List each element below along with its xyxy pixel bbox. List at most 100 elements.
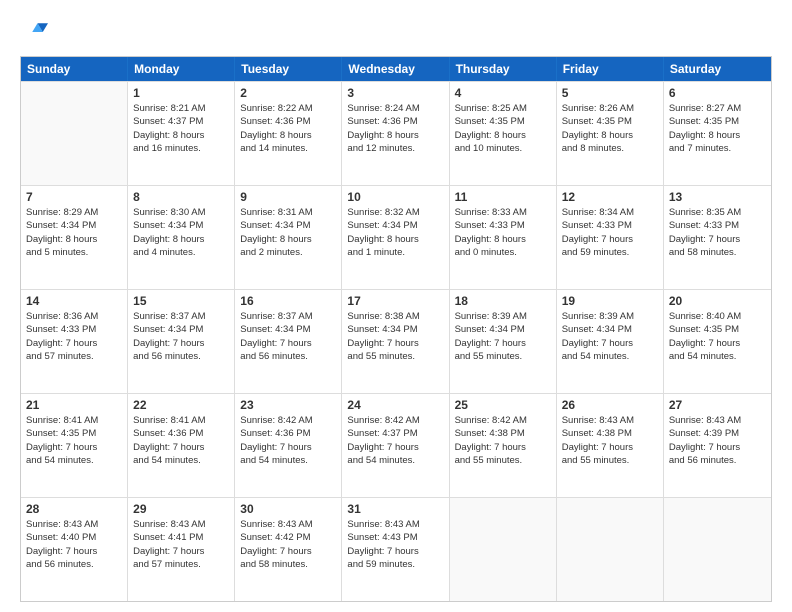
day-number: 13	[669, 190, 766, 204]
sunset-text: Sunset: 4:38 PM	[455, 427, 551, 440]
calendar-cell: 28Sunrise: 8:43 AMSunset: 4:40 PMDayligh…	[21, 498, 128, 601]
daylight-text: Daylight: 7 hours	[26, 441, 122, 454]
daylight-text-2: and 1 minute.	[347, 246, 443, 259]
daylight-text: Daylight: 7 hours	[669, 337, 766, 350]
calendar-row: 14Sunrise: 8:36 AMSunset: 4:33 PMDayligh…	[21, 289, 771, 393]
calendar-cell: 19Sunrise: 8:39 AMSunset: 4:34 PMDayligh…	[557, 290, 664, 393]
calendar-row: 21Sunrise: 8:41 AMSunset: 4:35 PMDayligh…	[21, 393, 771, 497]
sunrise-text: Sunrise: 8:39 AM	[562, 310, 658, 323]
daylight-text-2: and 7 minutes.	[669, 142, 766, 155]
calendar-cell: 5Sunrise: 8:26 AMSunset: 4:35 PMDaylight…	[557, 82, 664, 185]
day-number: 3	[347, 86, 443, 100]
daylight-text-2: and 14 minutes.	[240, 142, 336, 155]
daylight-text: Daylight: 7 hours	[347, 545, 443, 558]
day-number: 27	[669, 398, 766, 412]
calendar-cell: 6Sunrise: 8:27 AMSunset: 4:35 PMDaylight…	[664, 82, 771, 185]
day-number: 30	[240, 502, 336, 516]
sunset-text: Sunset: 4:33 PM	[455, 219, 551, 232]
sunset-text: Sunset: 4:34 PM	[133, 323, 229, 336]
sunrise-text: Sunrise: 8:36 AM	[26, 310, 122, 323]
weekday-header: Monday	[128, 57, 235, 81]
daylight-text-2: and 56 minutes.	[26, 558, 122, 571]
sunset-text: Sunset: 4:33 PM	[26, 323, 122, 336]
calendar-cell: 20Sunrise: 8:40 AMSunset: 4:35 PMDayligh…	[664, 290, 771, 393]
calendar-cell: 1Sunrise: 8:21 AMSunset: 4:37 PMDaylight…	[128, 82, 235, 185]
daylight-text: Daylight: 8 hours	[455, 129, 551, 142]
sunset-text: Sunset: 4:36 PM	[133, 427, 229, 440]
daylight-text-2: and 0 minutes.	[455, 246, 551, 259]
calendar-cell: 30Sunrise: 8:43 AMSunset: 4:42 PMDayligh…	[235, 498, 342, 601]
daylight-text: Daylight: 7 hours	[26, 337, 122, 350]
calendar-cell: 21Sunrise: 8:41 AMSunset: 4:35 PMDayligh…	[21, 394, 128, 497]
daylight-text-2: and 55 minutes.	[455, 454, 551, 467]
day-number: 29	[133, 502, 229, 516]
header	[20, 18, 772, 46]
calendar-row: 28Sunrise: 8:43 AMSunset: 4:40 PMDayligh…	[21, 497, 771, 601]
daylight-text-2: and 10 minutes.	[455, 142, 551, 155]
sunset-text: Sunset: 4:35 PM	[562, 115, 658, 128]
sunset-text: Sunset: 4:34 PM	[347, 323, 443, 336]
day-number: 8	[133, 190, 229, 204]
sunset-text: Sunset: 4:34 PM	[240, 219, 336, 232]
calendar-cell: 16Sunrise: 8:37 AMSunset: 4:34 PMDayligh…	[235, 290, 342, 393]
sunset-text: Sunset: 4:34 PM	[347, 219, 443, 232]
sunset-text: Sunset: 4:37 PM	[133, 115, 229, 128]
weekday-header: Sunday	[21, 57, 128, 81]
sunset-text: Sunset: 4:36 PM	[240, 115, 336, 128]
sunrise-text: Sunrise: 8:39 AM	[455, 310, 551, 323]
daylight-text-2: and 54 minutes.	[347, 454, 443, 467]
daylight-text: Daylight: 7 hours	[455, 337, 551, 350]
daylight-text: Daylight: 7 hours	[240, 545, 336, 558]
day-number: 22	[133, 398, 229, 412]
day-number: 6	[669, 86, 766, 100]
calendar-cell: 11Sunrise: 8:33 AMSunset: 4:33 PMDayligh…	[450, 186, 557, 289]
daylight-text-2: and 59 minutes.	[347, 558, 443, 571]
sunset-text: Sunset: 4:33 PM	[669, 219, 766, 232]
sunrise-text: Sunrise: 8:31 AM	[240, 206, 336, 219]
daylight-text-2: and 55 minutes.	[455, 350, 551, 363]
daylight-text-2: and 55 minutes.	[562, 454, 658, 467]
day-number: 21	[26, 398, 122, 412]
daylight-text-2: and 8 minutes.	[562, 142, 658, 155]
calendar-cell: 29Sunrise: 8:43 AMSunset: 4:41 PMDayligh…	[128, 498, 235, 601]
sunrise-text: Sunrise: 8:24 AM	[347, 102, 443, 115]
weekday-header: Friday	[557, 57, 664, 81]
daylight-text: Daylight: 7 hours	[562, 337, 658, 350]
daylight-text: Daylight: 8 hours	[26, 233, 122, 246]
calendar-cell: 31Sunrise: 8:43 AMSunset: 4:43 PMDayligh…	[342, 498, 449, 601]
daylight-text: Daylight: 8 hours	[455, 233, 551, 246]
daylight-text-2: and 5 minutes.	[26, 246, 122, 259]
calendar-cell: 2Sunrise: 8:22 AMSunset: 4:36 PMDaylight…	[235, 82, 342, 185]
calendar: SundayMondayTuesdayWednesdayThursdayFrid…	[20, 56, 772, 602]
sunset-text: Sunset: 4:35 PM	[455, 115, 551, 128]
calendar-header: SundayMondayTuesdayWednesdayThursdayFrid…	[21, 57, 771, 81]
daylight-text: Daylight: 7 hours	[240, 441, 336, 454]
daylight-text: Daylight: 7 hours	[26, 545, 122, 558]
calendar-cell: 10Sunrise: 8:32 AMSunset: 4:34 PMDayligh…	[342, 186, 449, 289]
day-number: 20	[669, 294, 766, 308]
daylight-text: Daylight: 8 hours	[133, 233, 229, 246]
calendar-cell: 14Sunrise: 8:36 AMSunset: 4:33 PMDayligh…	[21, 290, 128, 393]
sunrise-text: Sunrise: 8:37 AM	[240, 310, 336, 323]
sunrise-text: Sunrise: 8:35 AM	[669, 206, 766, 219]
sunrise-text: Sunrise: 8:32 AM	[347, 206, 443, 219]
daylight-text: Daylight: 8 hours	[133, 129, 229, 142]
calendar-cell	[450, 498, 557, 601]
daylight-text: Daylight: 8 hours	[347, 129, 443, 142]
daylight-text: Daylight: 7 hours	[669, 441, 766, 454]
day-number: 16	[240, 294, 336, 308]
sunrise-text: Sunrise: 8:41 AM	[133, 414, 229, 427]
sunset-text: Sunset: 4:34 PM	[455, 323, 551, 336]
day-number: 4	[455, 86, 551, 100]
calendar-cell: 23Sunrise: 8:42 AMSunset: 4:36 PMDayligh…	[235, 394, 342, 497]
day-number: 28	[26, 502, 122, 516]
calendar-cell: 9Sunrise: 8:31 AMSunset: 4:34 PMDaylight…	[235, 186, 342, 289]
daylight-text-2: and 4 minutes.	[133, 246, 229, 259]
sunset-text: Sunset: 4:38 PM	[562, 427, 658, 440]
logo	[20, 18, 52, 46]
sunset-text: Sunset: 4:37 PM	[347, 427, 443, 440]
calendar-cell: 18Sunrise: 8:39 AMSunset: 4:34 PMDayligh…	[450, 290, 557, 393]
calendar-body: 1Sunrise: 8:21 AMSunset: 4:37 PMDaylight…	[21, 81, 771, 601]
daylight-text-2: and 56 minutes.	[240, 350, 336, 363]
calendar-cell: 26Sunrise: 8:43 AMSunset: 4:38 PMDayligh…	[557, 394, 664, 497]
